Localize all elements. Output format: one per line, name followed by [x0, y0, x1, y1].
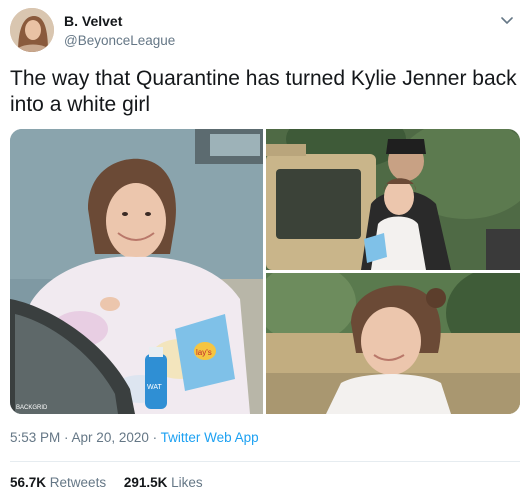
- author-handle[interactable]: @BeyonceLeague: [64, 33, 175, 48]
- tweet-stats: 56.7K Retweets 291.5K Likes: [10, 475, 217, 490]
- tweet-header: B. Velvet @BeyonceLeague: [10, 6, 521, 56]
- author-name[interactable]: B. Velvet: [64, 13, 122, 29]
- bottle-label: WAT: [147, 384, 162, 391]
- tweet-meta: 5:53 PM · Apr 20, 2020 · Twitter Web App: [10, 430, 259, 445]
- meta-separator: ·: [60, 430, 72, 445]
- tweet-time[interactable]: 5:53 PM: [10, 430, 60, 445]
- photo-credit: BACKGRID: [16, 405, 48, 411]
- retweets-count: 56.7K: [10, 475, 47, 490]
- tweet-date[interactable]: Apr 20, 2020: [72, 430, 149, 445]
- likes-label: Likes: [171, 475, 203, 490]
- meta-separator: ·: [148, 430, 161, 445]
- tweet-media[interactable]: lay's WAT BACKGRID: [10, 129, 520, 414]
- retweets-stat[interactable]: 56.7K Retweets: [10, 475, 106, 490]
- tweet-source-link[interactable]: Twitter Web App: [161, 430, 259, 445]
- photo-1[interactable]: lay's WAT BACKGRID: [10, 129, 263, 414]
- retweets-label: Retweets: [49, 475, 107, 490]
- photo-2[interactable]: [266, 129, 520, 270]
- divider: [10, 461, 520, 462]
- snack-bag-label: lay's: [196, 348, 212, 357]
- chevron-down-icon[interactable]: [499, 12, 515, 28]
- likes-count: 291.5K: [123, 475, 168, 490]
- photo-3[interactable]: [266, 273, 520, 414]
- likes-stat[interactable]: 291.5K Likes: [124, 475, 203, 490]
- tweet-text: The way that Quarantine has turned Kylie…: [10, 67, 517, 116]
- avatar[interactable]: [10, 8, 54, 52]
